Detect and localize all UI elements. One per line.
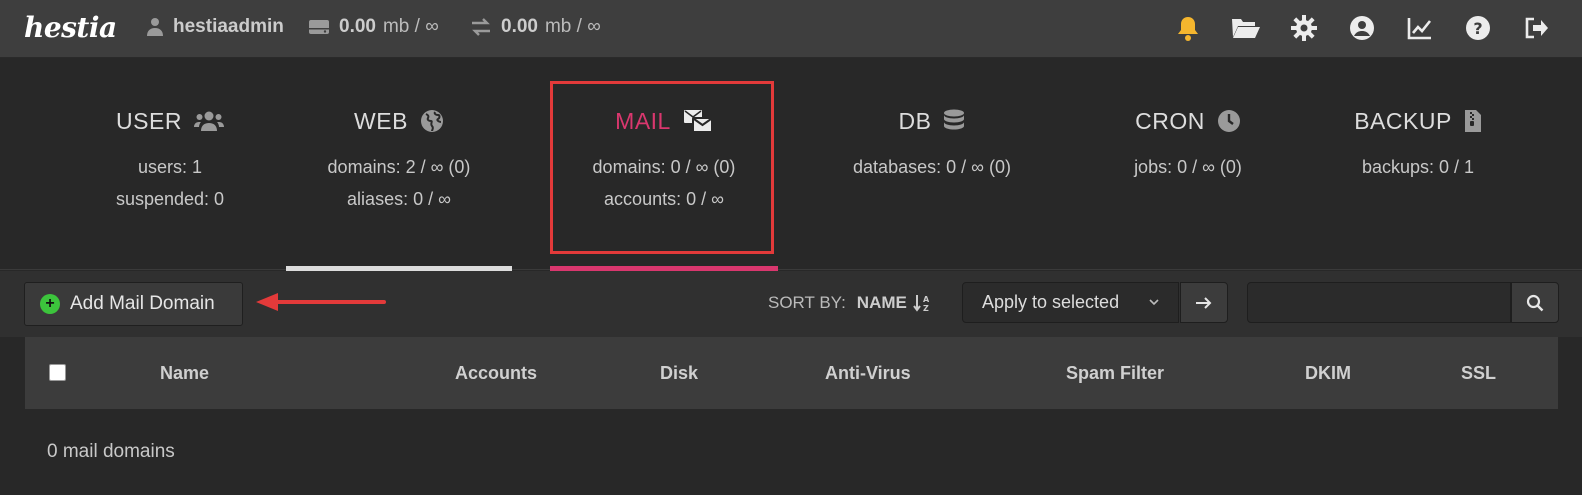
transfer-arrows-icon bbox=[470, 17, 492, 37]
tab-backup-label: BACKUP bbox=[1354, 107, 1452, 134]
tab-cron-line: jobs: 0 / ∞ (0) bbox=[1134, 157, 1242, 177]
toolbar: + Add Mail Domain SORT BY: NAME AZ Apply… bbox=[0, 271, 1582, 337]
sort-by-label: SORT BY: bbox=[768, 293, 846, 312]
disk-value: 0.00 bbox=[339, 16, 376, 37]
user-menu[interactable]: hestiaadmin bbox=[146, 14, 291, 40]
top-icons: ? bbox=[1146, 12, 1552, 44]
tab-web[interactable]: WEB domains: 2 / ∞ (0) aliases: 0 / ∞ bbox=[286, 59, 512, 272]
tab-mail-line: domains: 0 / ∞ (0) bbox=[592, 157, 736, 177]
disk-usage: 0.00 mb / ∞ bbox=[308, 14, 439, 40]
sort-value: NAME bbox=[856, 293, 907, 312]
column-header-name[interactable]: Name bbox=[160, 337, 209, 409]
table-header: Name Accounts Disk Anti-Virus Spam Filte… bbox=[25, 337, 1558, 409]
mail-icon bbox=[683, 109, 713, 133]
bandwidth-unit: mb / ∞ bbox=[544, 16, 601, 37]
hestia-logo[interactable]: hestia bbox=[24, 6, 117, 50]
apply-button[interactable] bbox=[1180, 282, 1228, 323]
tab-backup-line: backups: 0 / 1 bbox=[1361, 157, 1475, 177]
add-mail-domain-label: Add Mail Domain bbox=[70, 293, 215, 314]
database-icon bbox=[943, 109, 965, 133]
search-button[interactable] bbox=[1511, 282, 1559, 323]
hard-drive-icon bbox=[308, 18, 330, 36]
svg-text:Z: Z bbox=[923, 304, 929, 312]
column-header-disk[interactable]: Disk bbox=[660, 337, 698, 409]
tab-backup[interactable]: BACKUP backups: 0 / 1 bbox=[1308, 59, 1528, 270]
pointer-arrow-icon bbox=[256, 293, 386, 311]
tab-user-label: USER bbox=[116, 107, 182, 134]
arrow-right-icon bbox=[1196, 296, 1212, 309]
search-icon bbox=[1526, 294, 1544, 311]
select-all-checkbox[interactable] bbox=[49, 364, 66, 381]
file-zip-icon bbox=[1464, 109, 1482, 133]
question-circle-icon[interactable]: ? bbox=[1462, 12, 1494, 44]
bandwidth-usage: 0.00 mb / ∞ bbox=[470, 14, 601, 40]
gear-icon[interactable] bbox=[1288, 12, 1320, 44]
column-header-accounts[interactable]: Accounts bbox=[455, 337, 537, 409]
tab-db-label: DB bbox=[898, 107, 932, 134]
tab-web-line: domains: 2 / ∞ (0) bbox=[327, 157, 471, 177]
tab-db-line: databases: 0 / ∞ (0) bbox=[853, 157, 1011, 177]
tab-db[interactable]: DB databases: 0 / ∞ (0) bbox=[822, 59, 1042, 270]
top-bar: hestia hestiaadmin 0.00 mb / ∞ 0.00 mb /… bbox=[0, 0, 1582, 58]
bandwidth-value: 0.00 bbox=[501, 16, 538, 37]
column-header-ssl[interactable]: SSL bbox=[1461, 337, 1496, 409]
bulk-action-select[interactable]: Apply to selected bbox=[962, 282, 1179, 323]
tab-mail-label: MAIL bbox=[615, 107, 671, 134]
user-circle-icon[interactable] bbox=[1346, 12, 1378, 44]
column-header-anti-virus[interactable]: Anti-Virus bbox=[825, 337, 911, 409]
search-input[interactable] bbox=[1247, 282, 1511, 323]
tab-user-line: suspended: 0 bbox=[115, 189, 225, 209]
tab-cron[interactable]: CRON jobs: 0 / ∞ (0) bbox=[1078, 59, 1298, 270]
column-header-spam-filter[interactable]: Spam Filter bbox=[1066, 337, 1164, 409]
tab-cron-label: CRON bbox=[1135, 107, 1205, 134]
user-icon bbox=[146, 17, 164, 37]
chevron-down-icon bbox=[1149, 299, 1159, 306]
tab-mail-line: accounts: 0 / ∞ bbox=[604, 189, 724, 209]
chart-line-icon[interactable] bbox=[1404, 12, 1436, 44]
tab-web-line: aliases: 0 / ∞ bbox=[347, 189, 451, 209]
sort-name-toggle[interactable]: NAME AZ bbox=[857, 293, 933, 313]
add-mail-domain-button[interactable]: + Add Mail Domain bbox=[24, 282, 243, 326]
bulk-action-value: Apply to selected bbox=[982, 292, 1120, 312]
folder-open-icon[interactable] bbox=[1230, 12, 1262, 44]
username: hestiaadmin bbox=[173, 16, 284, 37]
clock-icon bbox=[1217, 109, 1241, 133]
logout-icon[interactable] bbox=[1520, 12, 1552, 44]
domain-count: 0 mail domains bbox=[47, 441, 175, 462]
tab-mail[interactable]: MAIL domains: 0 / ∞ (0) accounts: 0 / ∞ bbox=[550, 59, 778, 272]
column-header-dkim[interactable]: DKIM bbox=[1305, 337, 1351, 409]
disk-unit: mb / ∞ bbox=[382, 16, 439, 37]
svg-text:A: A bbox=[923, 295, 930, 304]
tab-user-line: users: 1 bbox=[137, 157, 203, 177]
bell-icon[interactable] bbox=[1172, 12, 1204, 44]
plus-circle-icon: + bbox=[40, 294, 60, 314]
sort-alpha-icon: AZ bbox=[913, 295, 930, 312]
sort-by: SORT BY: NAME AZ bbox=[768, 293, 933, 313]
svg-text:?: ? bbox=[1473, 19, 1482, 38]
users-icon bbox=[193, 110, 224, 132]
stats-tabs: USER users: 1 suspended: 0 WEB domains: … bbox=[0, 59, 1582, 272]
tab-web-label: WEB bbox=[354, 107, 408, 134]
tab-user[interactable]: USER users: 1 suspended: 0 bbox=[60, 59, 280, 270]
globe-icon bbox=[420, 109, 444, 133]
